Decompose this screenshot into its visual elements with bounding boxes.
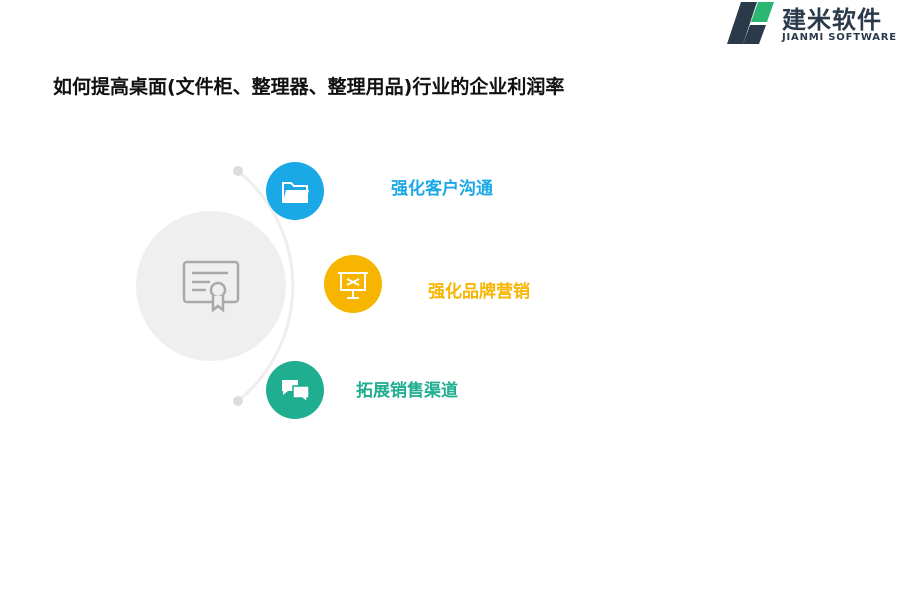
item-2-label: 强化品牌营销 (428, 282, 530, 302)
item-2-circle (324, 255, 382, 313)
item-1-label: 强化客户沟通 (391, 179, 493, 199)
item-3-label: 拓展销售渠道 (356, 381, 458, 401)
arc-end-dot-top (233, 166, 243, 176)
arc-end-dot-bottom (233, 396, 243, 406)
